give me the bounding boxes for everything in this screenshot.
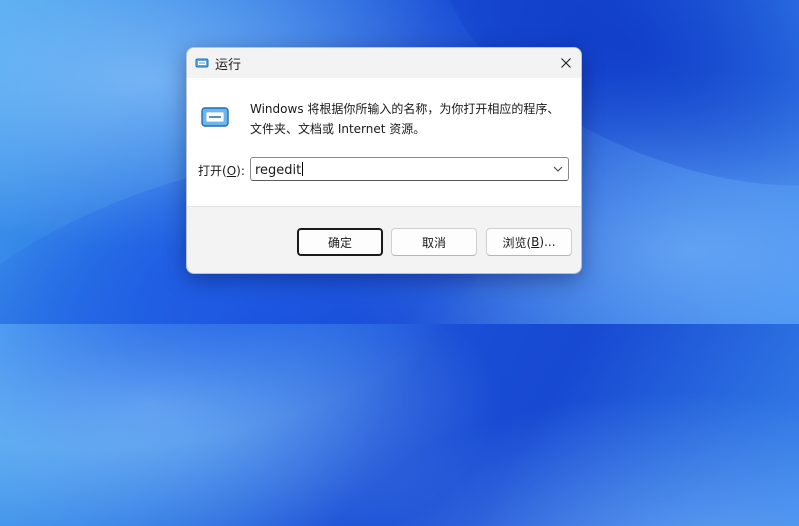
dialog-title: 运行 <box>215 58 242 73</box>
open-label: 打开(O): <box>198 162 245 179</box>
open-input[interactable]: regedit <box>250 157 569 181</box>
cancel-button[interactable]: 取消 <box>391 228 477 256</box>
description: Windows 将根据你所输入的名称，为你打开相应的程序、 文件夹、文档或 In… <box>250 99 570 139</box>
run-icon <box>195 58 209 68</box>
text-caret <box>302 162 304 176</box>
description-line: Windows 将根据你所输入的名称，为你打开相应的程序、 <box>250 102 560 116</box>
browse-button-prefix: 浏览( <box>502 235 532 250</box>
browse-button-accesskey: B <box>531 235 540 249</box>
open-label-suffix: ): <box>236 164 245 178</box>
run-dialog: 运行 Windows 将根据你所输入的名称，为你打开相应的程序、 文件夹、文档或… <box>186 47 582 274</box>
open-input-value[interactable]: regedit <box>255 162 304 178</box>
open-label-accesskey: O <box>226 164 237 178</box>
chevron-down-icon[interactable] <box>552 163 564 175</box>
cancel-button-label: 取消 <box>421 235 446 250</box>
divider <box>187 206 581 207</box>
close-button[interactable] <box>551 48 581 78</box>
ok-button[interactable]: 确定 <box>297 228 383 256</box>
open-label-prefix: 打开( <box>198 164 227 178</box>
description-line: 文件夹、文档或 Internet 资源。 <box>250 122 426 136</box>
title-bar[interactable]: 运行 <box>187 48 581 78</box>
run-icon <box>201 107 229 127</box>
ok-button-label: 确定 <box>327 235 352 250</box>
dialog-content: Windows 将根据你所输入的名称，为你打开相应的程序、 文件夹、文档或 In… <box>187 78 581 206</box>
close-icon <box>561 58 571 68</box>
browse-button[interactable]: 浏览(B)... <box>486 228 572 256</box>
browse-button-suffix: )... <box>539 235 556 249</box>
open-input-text: regedit <box>255 163 302 178</box>
